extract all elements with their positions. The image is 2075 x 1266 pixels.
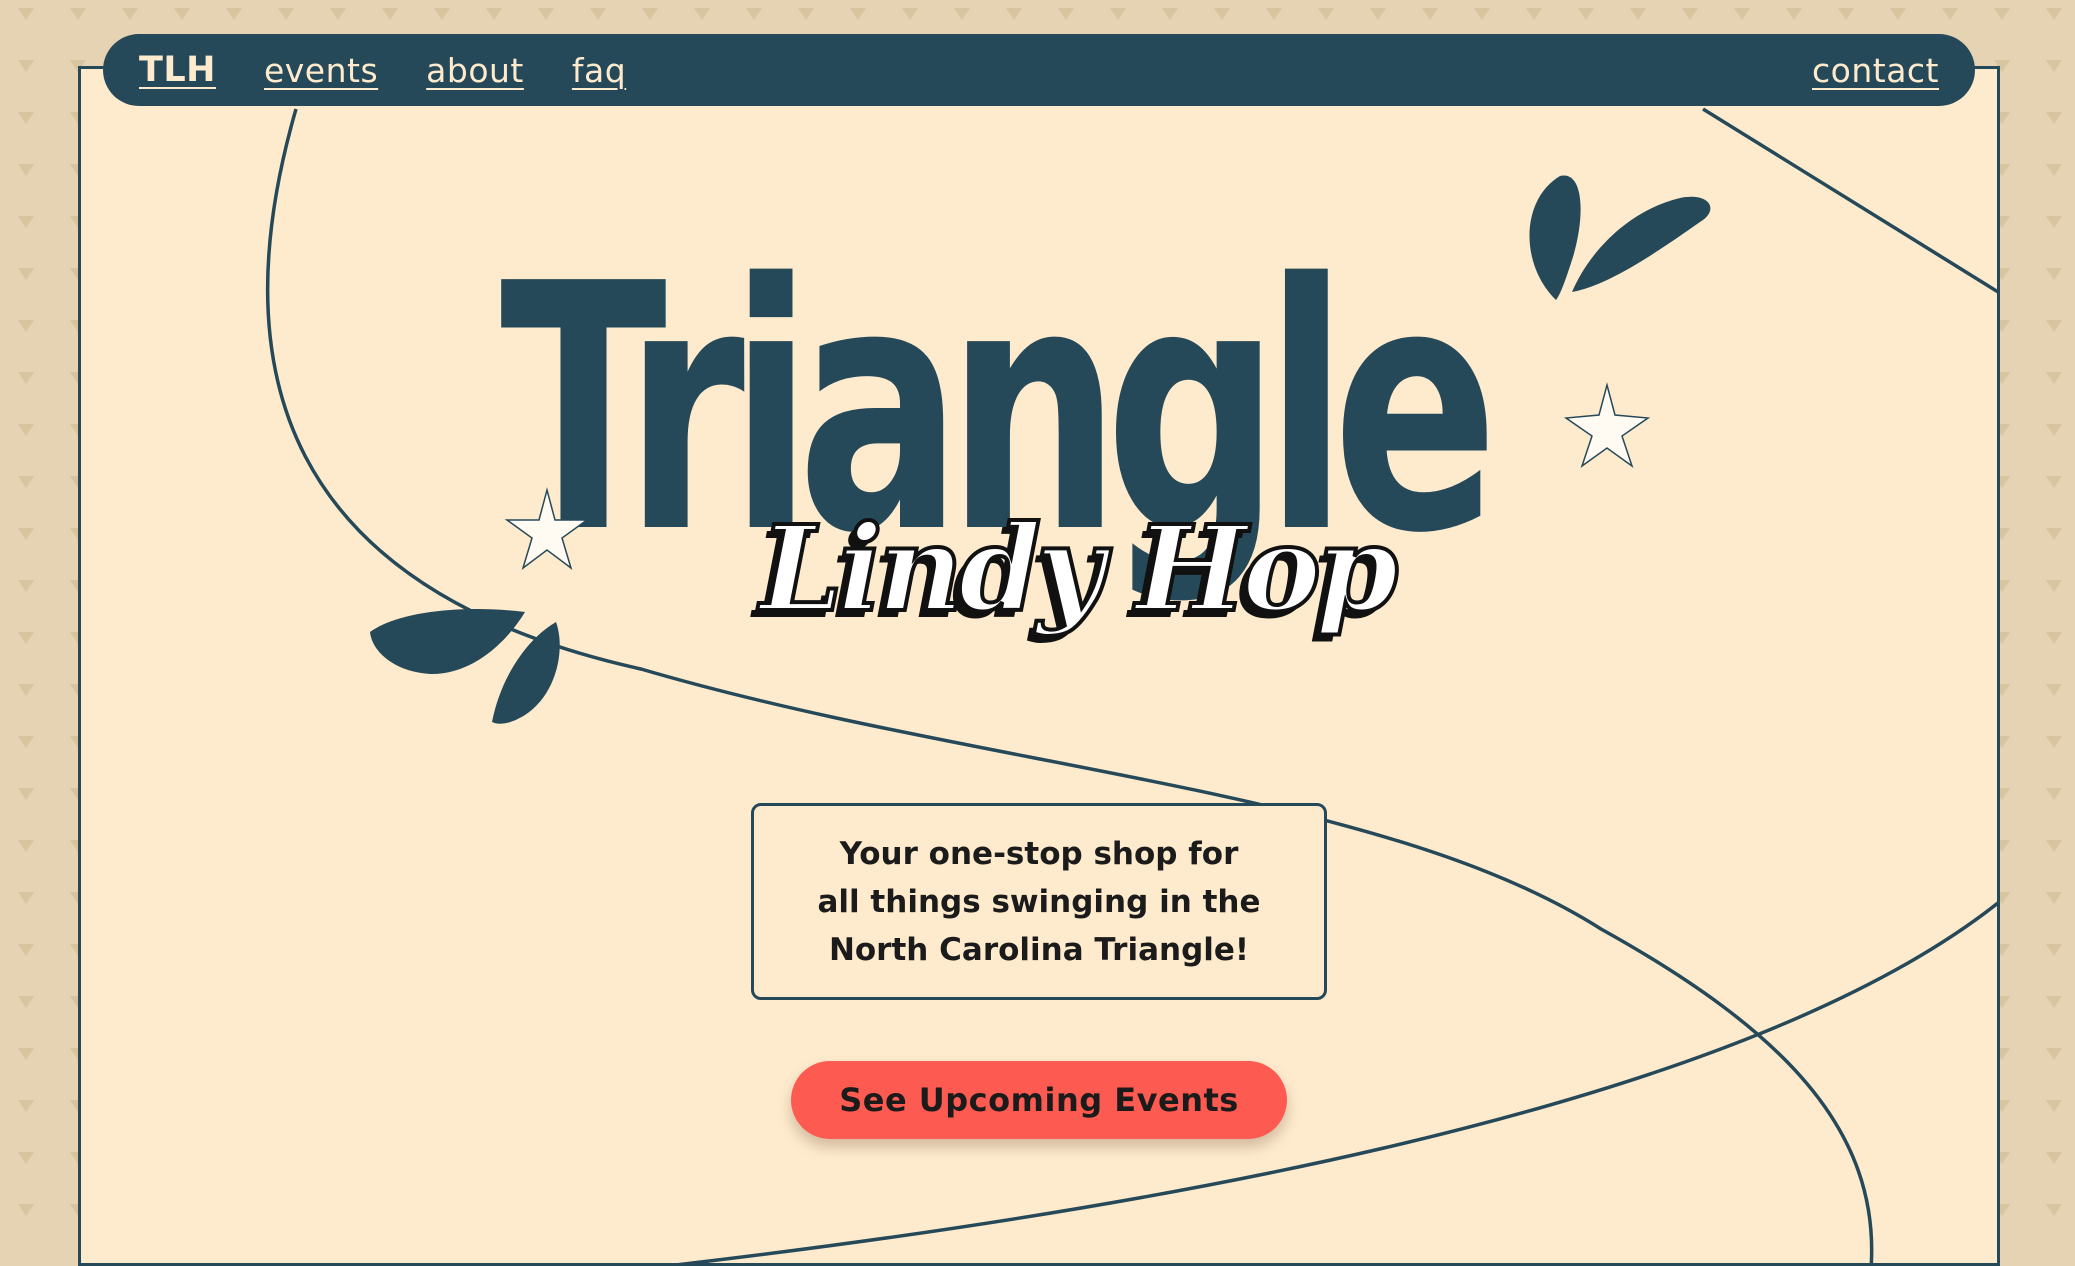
tagline-line: North Carolina Triangle!	[828, 931, 1250, 968]
hero-logo: Triangle Lindy Hop	[480, 180, 1700, 640]
nav-link-events[interactable]: events	[264, 51, 378, 90]
tagline-line: Your one-stop shop for	[839, 835, 1239, 872]
nav-link-faq[interactable]: faq	[572, 51, 626, 90]
top-nav: TLH events about faq contact	[103, 34, 1975, 106]
hero-subtitle: Lindy Hop	[758, 499, 1400, 638]
see-upcoming-events-button[interactable]: See Upcoming Events	[791, 1061, 1287, 1139]
nav-brand-link[interactable]: TLH	[139, 50, 216, 90]
tagline-line: all things swinging in the	[817, 883, 1261, 920]
nav-link-contact[interactable]: contact	[1812, 51, 1939, 90]
tagline-card: Your one-stop shop for all things swingi…	[751, 803, 1327, 1000]
nav-link-about[interactable]: about	[426, 51, 524, 90]
